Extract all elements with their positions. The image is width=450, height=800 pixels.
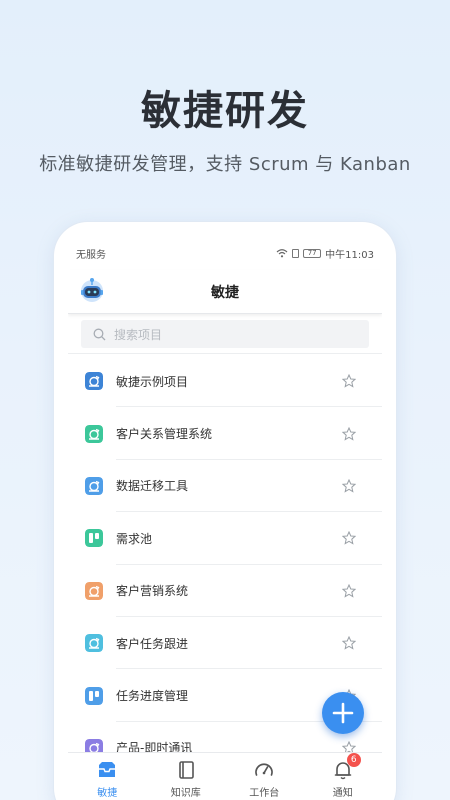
- sim-icon: [292, 248, 300, 258]
- tab-label: 知识库: [170, 788, 201, 799]
- hero-subtitle: 标准敏捷研发管理，支持 Scrum 与 Kanban: [39, 154, 411, 175]
- scrum-icon: [85, 372, 103, 391]
- scrum-icon: [85, 424, 103, 443]
- project-label: 敏捷示例项目: [116, 374, 189, 389]
- star-icon[interactable]: [342, 426, 356, 441]
- tab-agile[interactable]: 敏捷: [68, 753, 147, 800]
- project-label: 需求池: [116, 531, 153, 546]
- battery-icon: 77: [303, 248, 322, 258]
- app-header: 敏捷: [68, 270, 382, 314]
- wifi-icon: [276, 249, 288, 258]
- status-right: 77 中午11:03: [276, 246, 374, 261]
- tab-workbench[interactable]: 工作台: [225, 753, 304, 800]
- scrum-icon: [85, 476, 103, 495]
- book-icon: [178, 761, 194, 779]
- page-title: 敏捷: [211, 284, 239, 301]
- notification-badge: 6: [346, 753, 361, 767]
- tab-notifications[interactable]: 6 通知: [304, 753, 383, 800]
- search-divider: [68, 353, 382, 354]
- status-bar: 无服务 77 中午11:03: [68, 236, 382, 270]
- star-icon[interactable]: [342, 636, 356, 650]
- search-bar[interactable]: 搜索项目: [81, 320, 369, 348]
- project-item[interactable]: 客户关系管理系统: [68, 407, 382, 461]
- project-item[interactable]: 数据迁移工具: [68, 460, 382, 513]
- project-item[interactable]: 敏捷示例项目: [68, 355, 382, 408]
- clock-text: 中午11:03: [325, 249, 374, 261]
- star-icon[interactable]: [342, 374, 356, 388]
- kanban-icon: [85, 686, 103, 705]
- project-label: 任务进度管理: [116, 689, 189, 704]
- plus-icon: [332, 702, 354, 724]
- project-label: 数据迁移工具: [116, 479, 189, 494]
- search-placeholder: 搜索项目: [114, 327, 163, 342]
- kanban-icon: [85, 529, 103, 548]
- inbox-icon: [99, 762, 116, 777]
- project-label: 客户营销系统: [116, 584, 189, 599]
- carrier-text: 无服务: [76, 249, 106, 261]
- tab-label: 通知: [332, 788, 353, 799]
- tab-label: 工作台: [249, 788, 280, 799]
- bottom-tab-bar: 敏捷 知识库 工作台 6 通知: [68, 752, 382, 800]
- search-icon: [93, 328, 106, 340]
- scrum-icon: [85, 634, 103, 653]
- project-item[interactable]: 客户任务跟进: [68, 617, 382, 670]
- tab-knowledge[interactable]: 知识库: [147, 753, 226, 800]
- project-label: 客户关系管理系统: [116, 427, 213, 442]
- gauge-icon: [255, 763, 274, 776]
- star-icon[interactable]: [342, 478, 356, 493]
- robot-avatar-icon[interactable]: [78, 276, 106, 304]
- search-input[interactable]: 搜索项目: [81, 320, 369, 348]
- project-item[interactable]: 需求池: [68, 512, 382, 565]
- project-item[interactable]: 客户营销系统: [68, 565, 382, 618]
- star-icon[interactable]: [342, 531, 356, 545]
- star-icon[interactable]: [342, 583, 356, 598]
- scrum-icon: [85, 581, 103, 600]
- add-project-button[interactable]: [322, 692, 364, 734]
- hero-title: 敏捷研发: [141, 88, 309, 134]
- project-label: 客户任务跟进: [116, 636, 189, 651]
- tab-label: 敏捷: [97, 788, 118, 799]
